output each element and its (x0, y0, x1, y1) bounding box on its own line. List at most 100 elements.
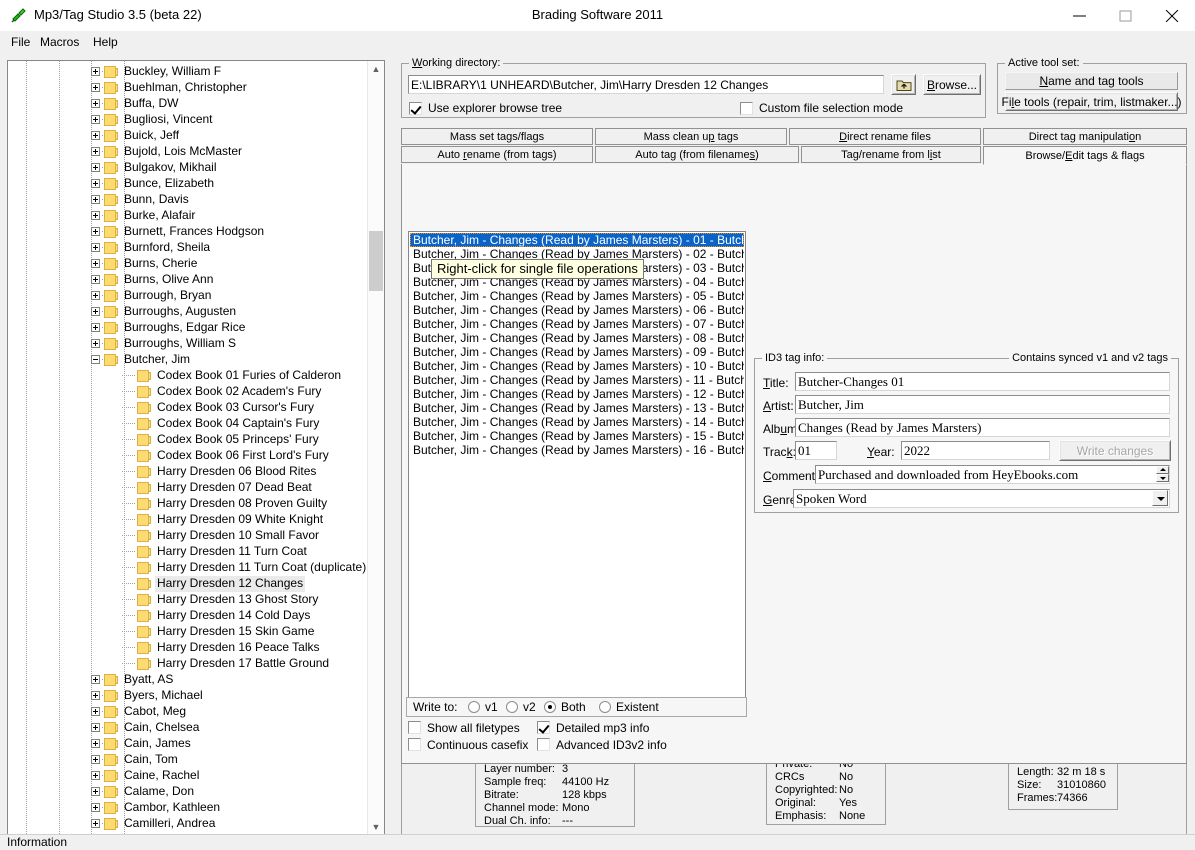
expand-plus-icon[interactable] (91, 67, 100, 76)
tree-item-author[interactable]: Bugliosi, Vincent (8, 112, 370, 128)
tree-item-author[interactable]: Bunce, Elizabeth (8, 176, 370, 192)
tree-item-folder[interactable]: Codex Book 03 Cursor's Fury (8, 400, 370, 416)
use-explorer-tree-checkbox[interactable] (409, 102, 422, 115)
expand-plus-icon[interactable] (91, 99, 100, 108)
expand-plus-icon[interactable] (91, 307, 100, 316)
tree-item-folder[interactable]: Harry Dresden 16 Peace Talks (8, 640, 370, 656)
tab-direct-rename-files[interactable]: Direct rename files (789, 128, 981, 145)
file-list-item[interactable]: Butcher, Jim - Changes (Read by James Ma… (410, 429, 744, 443)
tree-item-author[interactable]: Burroughs, Edgar Rice (8, 320, 370, 336)
expand-plus-icon[interactable] (91, 195, 100, 204)
tree-item-folder[interactable]: Codex Book 05 Princeps' Fury (8, 432, 370, 448)
expand-plus-icon[interactable] (91, 323, 100, 332)
tree-item-author[interactable]: Buffa, DW (8, 96, 370, 112)
tab-tag-rename-from-list[interactable]: Tag/rename from list (801, 146, 981, 163)
file-list-item[interactable]: Butcher, Jim - Changes (Read by James Ma… (410, 443, 744, 457)
tree-item-author[interactable]: Burke, Alafair (8, 208, 370, 224)
file-list-item[interactable]: Butcher, Jim - Changes (Read by James Ma… (410, 233, 744, 247)
tree-item-author[interactable]: Cambor, Kathleen (8, 800, 370, 816)
expand-plus-icon[interactable] (91, 755, 100, 764)
tree-item-author[interactable]: Buckley, William F (8, 64, 370, 80)
tree-item-folder[interactable]: Harry Dresden 15 Skin Game (8, 624, 370, 640)
tab-mass-clean-up-tags[interactable]: Mass clean up tags (595, 128, 787, 145)
expand-plus-icon[interactable] (91, 291, 100, 300)
tree-item-folder[interactable]: Harry Dresden 14 Cold Days (8, 608, 370, 624)
file-list-item[interactable]: Butcher, Jim - Changes (Read by James Ma… (410, 317, 744, 331)
menu-file[interactable]: File (6, 34, 35, 50)
tree-item-author[interactable]: Cabot, Meg (8, 704, 370, 720)
file-list-item[interactable]: Butcher, Jim - Changes (Read by James Ma… (410, 345, 744, 359)
tab-direct-tag-manipulation[interactable]: Direct tag manipulation (983, 128, 1187, 145)
tree-item-folder[interactable]: Harry Dresden 11 Turn Coat (duplicate) (8, 560, 370, 576)
file-list-item[interactable]: Butcher, Jim - Changes (Read by James Ma… (410, 331, 744, 345)
detailed-mp3-info-checkbox[interactable] (537, 721, 550, 734)
expand-plus-icon[interactable] (91, 771, 100, 780)
tree-item-folder[interactable]: Harry Dresden 17 Battle Ground (8, 656, 370, 672)
tree-item-author[interactable]: Bulgakov, Mikhail (8, 160, 370, 176)
comment-spin-down-icon[interactable] (1156, 474, 1169, 482)
comment-spin-up-icon[interactable] (1156, 466, 1169, 474)
tree-item-folder[interactable]: Harry Dresden 09 White Knight (8, 512, 370, 528)
folder-tree[interactable]: Buckley, William F Buehlman, Christopher B… (8, 61, 370, 836)
tree-scrollbar-thumb[interactable] (369, 231, 383, 291)
expand-plus-icon[interactable] (91, 739, 100, 748)
expand-plus-icon[interactable] (91, 691, 100, 700)
tab-auto-rename[interactable]: Auto rename (from tags) (401, 146, 593, 163)
tree-item-author[interactable]: Burnford, Sheila (8, 240, 370, 256)
expand-plus-icon[interactable] (91, 275, 100, 284)
tree-item-author[interactable]: Burrough, Bryan (8, 288, 370, 304)
maximize-button[interactable] (1103, 0, 1149, 31)
file-list[interactable]: Butcher, Jim - Changes (Read by James Ma… (408, 231, 746, 699)
tree-item-author[interactable]: Cain, Chelsea (8, 720, 370, 736)
tree-scrollbar[interactable]: ▲ ▼ (367, 61, 384, 836)
id3-title-input[interactable]: Butcher-Changes 01 (795, 372, 1170, 391)
tree-item-folder[interactable]: Harry Dresden 08 Proven Guilty (8, 496, 370, 512)
write-changes-button[interactable]: Write changes (1059, 440, 1171, 461)
tree-item-folder[interactable]: Codex Book 02 Academ's Fury (8, 384, 370, 400)
expand-plus-icon[interactable] (91, 115, 100, 124)
radio-v2[interactable] (506, 701, 518, 713)
folder-tree-panel[interactable]: Buckley, William F Buehlman, Christopher B… (7, 60, 385, 837)
tree-item-author[interactable]: Burns, Olive Ann (8, 272, 370, 288)
name-and-tag-tools-button[interactable]: Name and tag tools (1005, 72, 1178, 90)
tree-item-author[interactable]: Butcher, Jim (8, 352, 370, 368)
tab-browse-edit-tags[interactable]: Browse/Edit tags & flags (983, 146, 1187, 165)
expand-plus-icon[interactable] (91, 803, 100, 812)
tree-item-folder[interactable]: Harry Dresden 07 Dead Beat (8, 480, 370, 496)
expand-plus-icon[interactable] (91, 243, 100, 252)
tab-mass-set-tags[interactable]: Mass set tags/flags (401, 128, 593, 145)
expand-plus-icon[interactable] (91, 675, 100, 684)
tree-item-author[interactable]: Cain, James (8, 736, 370, 752)
menu-macros[interactable]: Macros (35, 34, 84, 50)
tree-item-author[interactable]: Camilleri, Andrea (8, 816, 370, 832)
menu-help[interactable]: Help (88, 34, 123, 50)
file-tools-button[interactable]: File tools (repair, trim, listmaker...) (1001, 92, 1182, 111)
file-list-item[interactable]: Butcher, Jim - Changes (Read by James Ma… (410, 373, 744, 387)
genre-chevron-down-icon[interactable] (1152, 490, 1168, 506)
expand-plus-icon[interactable] (91, 163, 100, 172)
radio-existent[interactable] (599, 701, 611, 713)
expand-plus-icon[interactable] (91, 131, 100, 140)
expand-plus-icon[interactable] (91, 819, 100, 828)
collapse-minus-icon[interactable] (91, 355, 100, 364)
advanced-id3v2-info-checkbox[interactable] (537, 738, 550, 751)
expand-plus-icon[interactable] (91, 179, 100, 188)
show-all-filetypes-checkbox[interactable] (408, 721, 421, 734)
expand-plus-icon[interactable] (91, 83, 100, 92)
tree-item-author[interactable]: Bujold, Lois McMaster (8, 144, 370, 160)
tree-item-author[interactable]: Calame, Don (8, 784, 370, 800)
tree-item-author[interactable]: Burroughs, Augusten (8, 304, 370, 320)
id3-year-input[interactable]: 2022 (901, 441, 1050, 460)
expand-plus-icon[interactable] (91, 147, 100, 156)
id3-comment-input[interactable]: Purchased and downloaded from HeyEbooks.… (815, 465, 1170, 484)
close-button[interactable] (1149, 0, 1195, 31)
tree-item-author[interactable]: Byatt, AS (8, 672, 370, 688)
tree-item-folder[interactable]: Harry Dresden 12 Changes (8, 576, 370, 592)
comment-spinner[interactable] (1156, 466, 1169, 482)
tree-item-author[interactable]: Cain, Tom (8, 752, 370, 768)
file-list-item[interactable]: Butcher, Jim - Changes (Read by James Ma… (410, 401, 744, 415)
file-list-item[interactable]: Butcher, Jim - Changes (Read by James Ma… (410, 359, 744, 373)
tree-item-author[interactable]: Byers, Michael (8, 688, 370, 704)
tree-item-folder[interactable]: Harry Dresden 13 Ghost Story (8, 592, 370, 608)
expand-plus-icon[interactable] (91, 211, 100, 220)
